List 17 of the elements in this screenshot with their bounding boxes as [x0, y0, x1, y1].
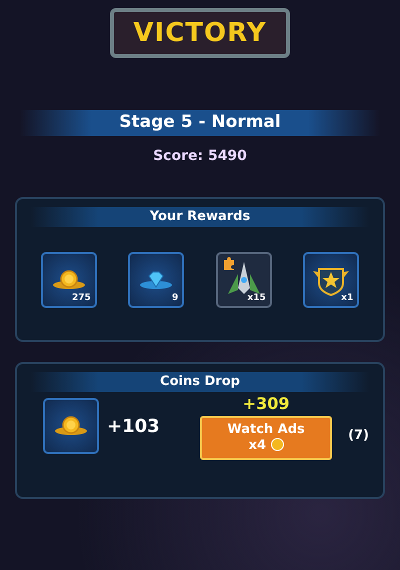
victory-title: VICTORY: [133, 20, 267, 46]
score-text: Score: 5490: [152, 147, 248, 166]
reward-count: x1: [341, 292, 354, 304]
coin-pile-icon: [52, 270, 86, 290]
gem-pile-icon: [139, 270, 174, 290]
coin-icon: [270, 438, 284, 450]
watch-ads-button[interactable]: Watch Ads x4: [200, 416, 332, 460]
reward-count: 9: [172, 292, 178, 304]
reward-count: 275: [72, 292, 91, 304]
reward-count: x15: [247, 292, 266, 304]
coins-drop-title: Coins Drop: [160, 373, 240, 392]
coin-amount: +103: [107, 414, 160, 438]
rewards-title: Your Rewards: [150, 208, 250, 226]
coin-pile-icon: [54, 416, 88, 436]
ads-remaining: (7): [348, 427, 369, 446]
stage-title: Stage 5 - Normal: [119, 111, 281, 134]
bonus-amount: +309: [242, 393, 290, 415]
